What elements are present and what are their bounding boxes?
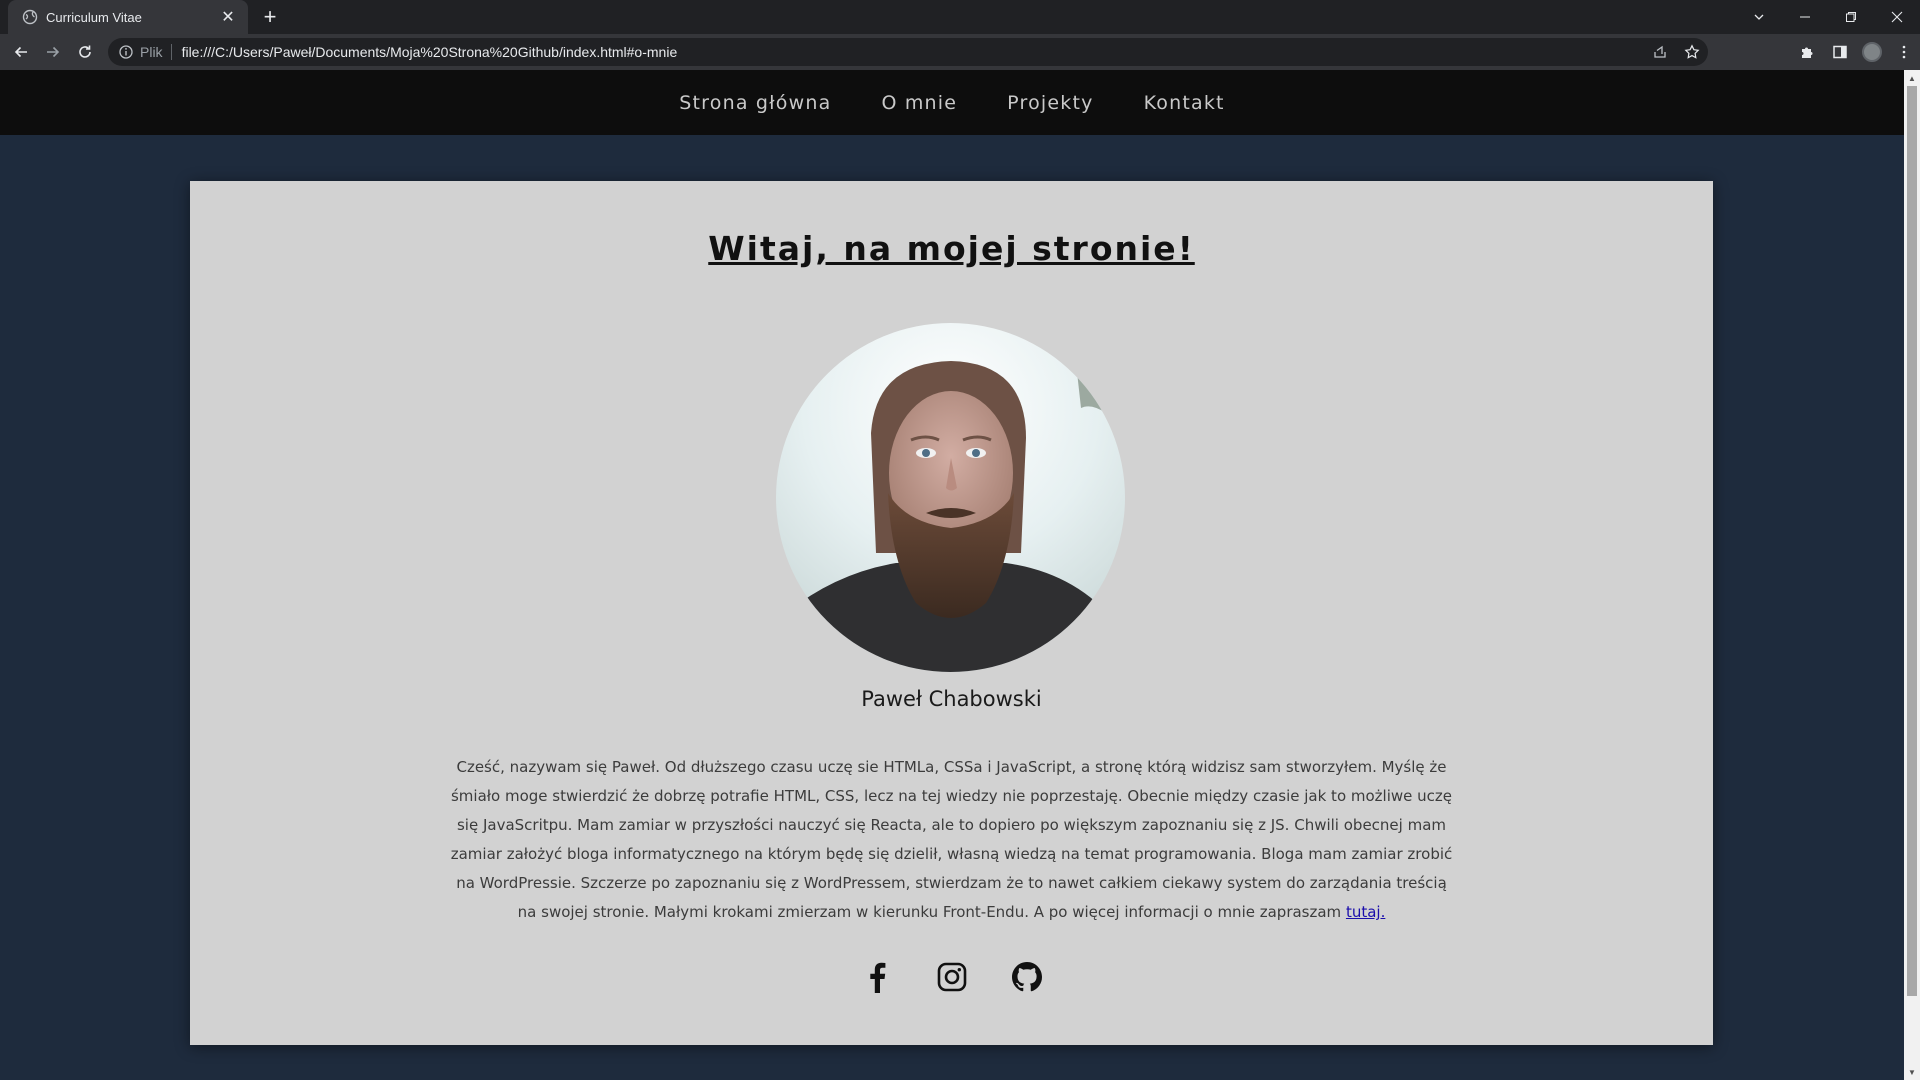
minimize-icon[interactable] — [1782, 0, 1828, 34]
toolbar-actions — [1792, 36, 1920, 68]
scheme-label: Plik — [140, 44, 163, 60]
browser-toolbar: Plik file:///C:/Users/Paweł/Documents/Mo… — [0, 34, 1920, 70]
bio-paragraph: Cześć, nazywam się Paweł. Od dłuższego c… — [450, 753, 1453, 927]
puzzle-icon[interactable] — [1792, 36, 1824, 68]
page-scrollbar[interactable]: ▲ ▼ — [1904, 70, 1920, 1080]
close-icon[interactable]: ✕ — [218, 7, 238, 27]
back-icon[interactable] — [5, 36, 37, 68]
nav-link-projects[interactable]: Projekty — [1007, 92, 1093, 114]
profile-photo — [776, 323, 1125, 672]
plus-icon[interactable]: + — [258, 5, 282, 29]
nav-link-home[interactable]: Strona główna — [679, 92, 831, 114]
about-card: Witaj, na mojej stronie! Paweł Chabowski… — [190, 181, 1713, 1045]
sidepanel-icon[interactable] — [1824, 36, 1856, 68]
share-icon[interactable] — [1644, 38, 1676, 66]
browser-tabbar: Curriculum Vitae ✕ + — [0, 0, 1920, 34]
browser-tab[interactable]: Curriculum Vitae ✕ — [8, 0, 248, 34]
url-text[interactable]: file:///C:/Users/Paweł/Documents/Moja%20… — [182, 44, 678, 60]
restore-icon[interactable] — [1828, 0, 1874, 34]
kebab-icon[interactable] — [1888, 36, 1920, 68]
globe-icon — [22, 9, 38, 25]
page-viewport: Strona główna O mnie Projekty Kontakt Wi… — [0, 70, 1904, 1080]
window-controls — [1736, 0, 1920, 34]
divider — [170, 44, 172, 60]
github-icon[interactable] — [1010, 960, 1044, 994]
nav-link-about[interactable]: O mnie — [881, 92, 957, 114]
window-close-icon[interactable] — [1874, 0, 1920, 34]
site-navbar: Strona główna O mnie Projekty Kontakt — [0, 70, 1904, 135]
nav-link-contact[interactable]: Kontakt — [1144, 92, 1225, 114]
tab-title: Curriculum Vitae — [46, 9, 142, 25]
instagram-icon[interactable] — [935, 960, 969, 994]
scroll-down-icon[interactable]: ▼ — [1904, 1064, 1920, 1080]
chevron-down-icon[interactable] — [1736, 0, 1782, 34]
reload-icon[interactable] — [69, 36, 101, 68]
info-icon[interactable] — [118, 44, 134, 60]
address-bar[interactable]: Plik file:///C:/Users/Paweł/Documents/Mo… — [108, 38, 1708, 66]
scrollbar-thumb[interactable] — [1907, 86, 1917, 996]
person-name: Paweł Chabowski — [861, 687, 1042, 711]
bio-text: Cześć, nazywam się Paweł. Od dłuższego c… — [450, 758, 1453, 921]
page-title: Witaj, na mojej stronie! — [708, 229, 1195, 268]
more-info-link[interactable]: tutaj. — [1346, 903, 1385, 921]
omnibox-actions — [1644, 38, 1708, 66]
facebook-icon[interactable] — [860, 960, 894, 994]
profile-icon[interactable] — [1856, 36, 1888, 68]
star-icon[interactable] — [1676, 38, 1708, 66]
forward-icon[interactable] — [37, 36, 69, 68]
social-links — [190, 960, 1713, 994]
scroll-up-icon[interactable]: ▲ — [1904, 70, 1920, 86]
